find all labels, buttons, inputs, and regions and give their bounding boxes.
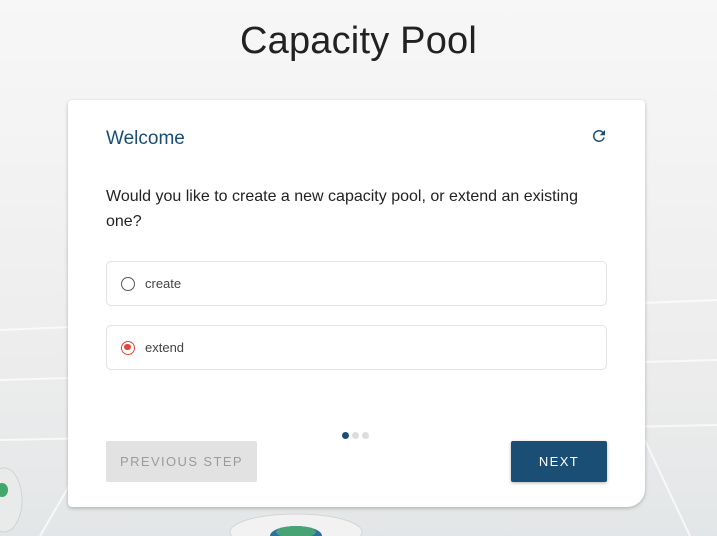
card-heading: Welcome [106, 128, 185, 149]
refresh-icon [590, 127, 608, 150]
step-dot-2 [352, 432, 359, 439]
radio-extend[interactable] [121, 340, 135, 355]
option-create-label: create [145, 276, 182, 291]
refresh-button[interactable] [587, 126, 611, 150]
option-extend[interactable]: extend [106, 325, 607, 370]
decorative-disc-bottom [229, 513, 363, 536]
question-text: Would you like to create a new capacity … [106, 188, 578, 230]
option-create[interactable]: create [106, 261, 607, 306]
previous-step-button[interactable]: PREVIOUS STEP [106, 441, 257, 482]
wizard-card: Welcome Would you like to create a new c… [68, 100, 645, 507]
page-title: Capacity Pool [239, 20, 478, 62]
option-extend-label: extend [145, 340, 185, 355]
next-button[interactable]: NEXT [511, 441, 607, 482]
step-dot-1 [342, 432, 349, 439]
step-indicator [342, 432, 369, 439]
radio-create[interactable] [121, 276, 135, 291]
decorative-sphere-left [0, 467, 23, 533]
step-dot-3 [362, 432, 369, 439]
